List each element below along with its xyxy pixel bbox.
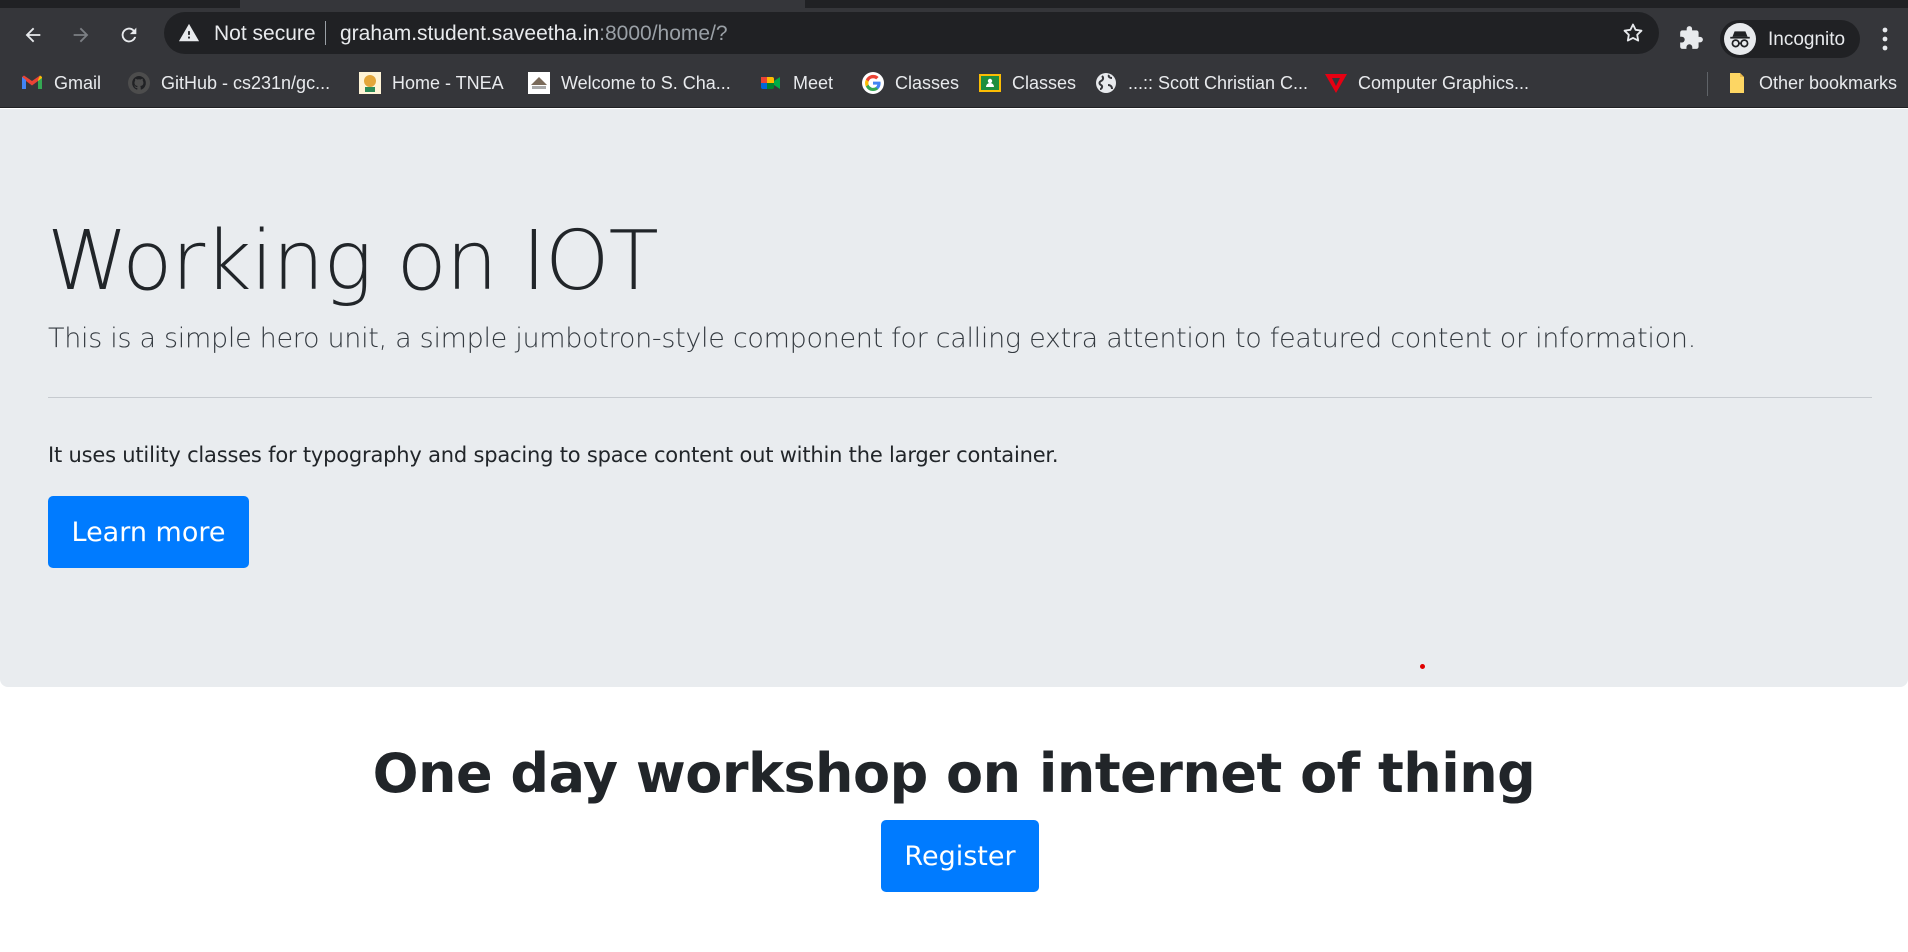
warning-icon[interactable]: [178, 22, 200, 44]
extensions-puzzle-icon[interactable]: [1678, 25, 1704, 51]
bookmarks-separator: [1707, 72, 1708, 96]
cursor-dot: [1420, 664, 1425, 669]
google-icon: [861, 71, 885, 95]
bookmark-label: GitHub - cs231n/gc...: [161, 72, 331, 93]
bookmark-meet[interactable]: Meet: [759, 69, 833, 97]
bookmark-label: Welcome to S. Cha...: [561, 72, 731, 93]
github-icon: [127, 71, 151, 95]
classroom-icon: [978, 71, 1002, 95]
bookmark-classes-classroom[interactable]: Classes: [978, 69, 1076, 97]
bookmark-gmail[interactable]: Gmail: [20, 69, 101, 97]
divider: [48, 397, 1872, 398]
hero-title: Working on IOT: [47, 214, 659, 309]
profile-label: Incognito: [1768, 29, 1846, 50]
tab-strip: [0, 0, 1908, 8]
url-path: :8000/home/?: [599, 22, 728, 45]
hero-body-text: It uses utility classes for typography a…: [48, 443, 1059, 467]
bookmark-label: Classes: [895, 72, 960, 93]
bookmark-computer-graphics[interactable]: Computer Graphics...: [1324, 69, 1529, 97]
bookmark-scott-christian[interactable]: ...:: Scott Christian C...: [1094, 69, 1308, 97]
other-bookmarks-label: Other bookmarks: [1759, 72, 1898, 93]
hero-lead: This is a simple hero unit, a simple jum…: [48, 323, 1696, 354]
bookmark-label: Gmail: [54, 72, 102, 93]
workshop-title: One day workshop on internet of thing: [372, 742, 1536, 805]
arrow-left-icon: [25, 27, 41, 43]
reload-button[interactable]: [112, 18, 146, 52]
register-button[interactable]: Register: [881, 820, 1039, 892]
gmail-icon: [20, 71, 44, 95]
incognito-icon: [1724, 23, 1756, 55]
folder-icon: [1725, 71, 1749, 95]
security-label[interactable]: Not secure: [214, 22, 316, 46]
bookmark-tnea[interactable]: Home - TNEA: [358, 69, 504, 97]
globe-icon: [1094, 71, 1118, 95]
bookmark-classes-google[interactable]: Classes: [861, 69, 959, 97]
jumbotron: Working on IOT This is a simple hero uni…: [0, 109, 1908, 687]
bookmark-college[interactable]: Welcome to S. Cha...: [527, 69, 731, 97]
url-host: graham.student.saveetha.in: [340, 22, 600, 45]
bookmark-star-icon[interactable]: [1621, 21, 1645, 45]
bookmark-label: Home - TNEA: [392, 72, 504, 93]
bookmark-label: ...:: Scott Christian C...: [1128, 72, 1309, 93]
browser-toolbar: Not secure graham.student.saveetha.in:80…: [0, 8, 1908, 59]
more-vertical-icon[interactable]: [1875, 24, 1895, 54]
active-tab[interactable]: [240, 0, 805, 8]
bookmark-label: Classes: [1012, 72, 1077, 93]
reload-icon: [121, 27, 137, 43]
tutorial-icon: [1324, 71, 1348, 95]
url-text[interactable]: graham.student.saveetha.in:8000/home/?: [340, 22, 728, 46]
meet-icon: [759, 71, 783, 95]
learn-more-button[interactable]: Learn more: [48, 496, 249, 568]
college-icon: [527, 71, 551, 95]
address-bar[interactable]: Not secure graham.student.saveetha.in:80…: [164, 12, 1659, 54]
other-bookmarks[interactable]: Other bookmarks: [1725, 69, 1897, 97]
bookmark-label: Computer Graphics...: [1358, 72, 1530, 93]
tnea-icon: [358, 71, 382, 95]
bookmarks-bar: Gmail GitHub - cs231n/gc... Home - TNEA …: [0, 59, 1908, 108]
incognito-profile-button[interactable]: Incognito: [1720, 20, 1860, 58]
arrow-right-icon: [73, 27, 89, 43]
bookmark-github[interactable]: GitHub - cs231n/gc...: [127, 69, 330, 97]
back-button[interactable]: [16, 18, 50, 52]
forward-button[interactable]: [64, 18, 98, 52]
bookmark-label: Meet: [793, 72, 834, 93]
omnibox-separator: [325, 21, 326, 45]
